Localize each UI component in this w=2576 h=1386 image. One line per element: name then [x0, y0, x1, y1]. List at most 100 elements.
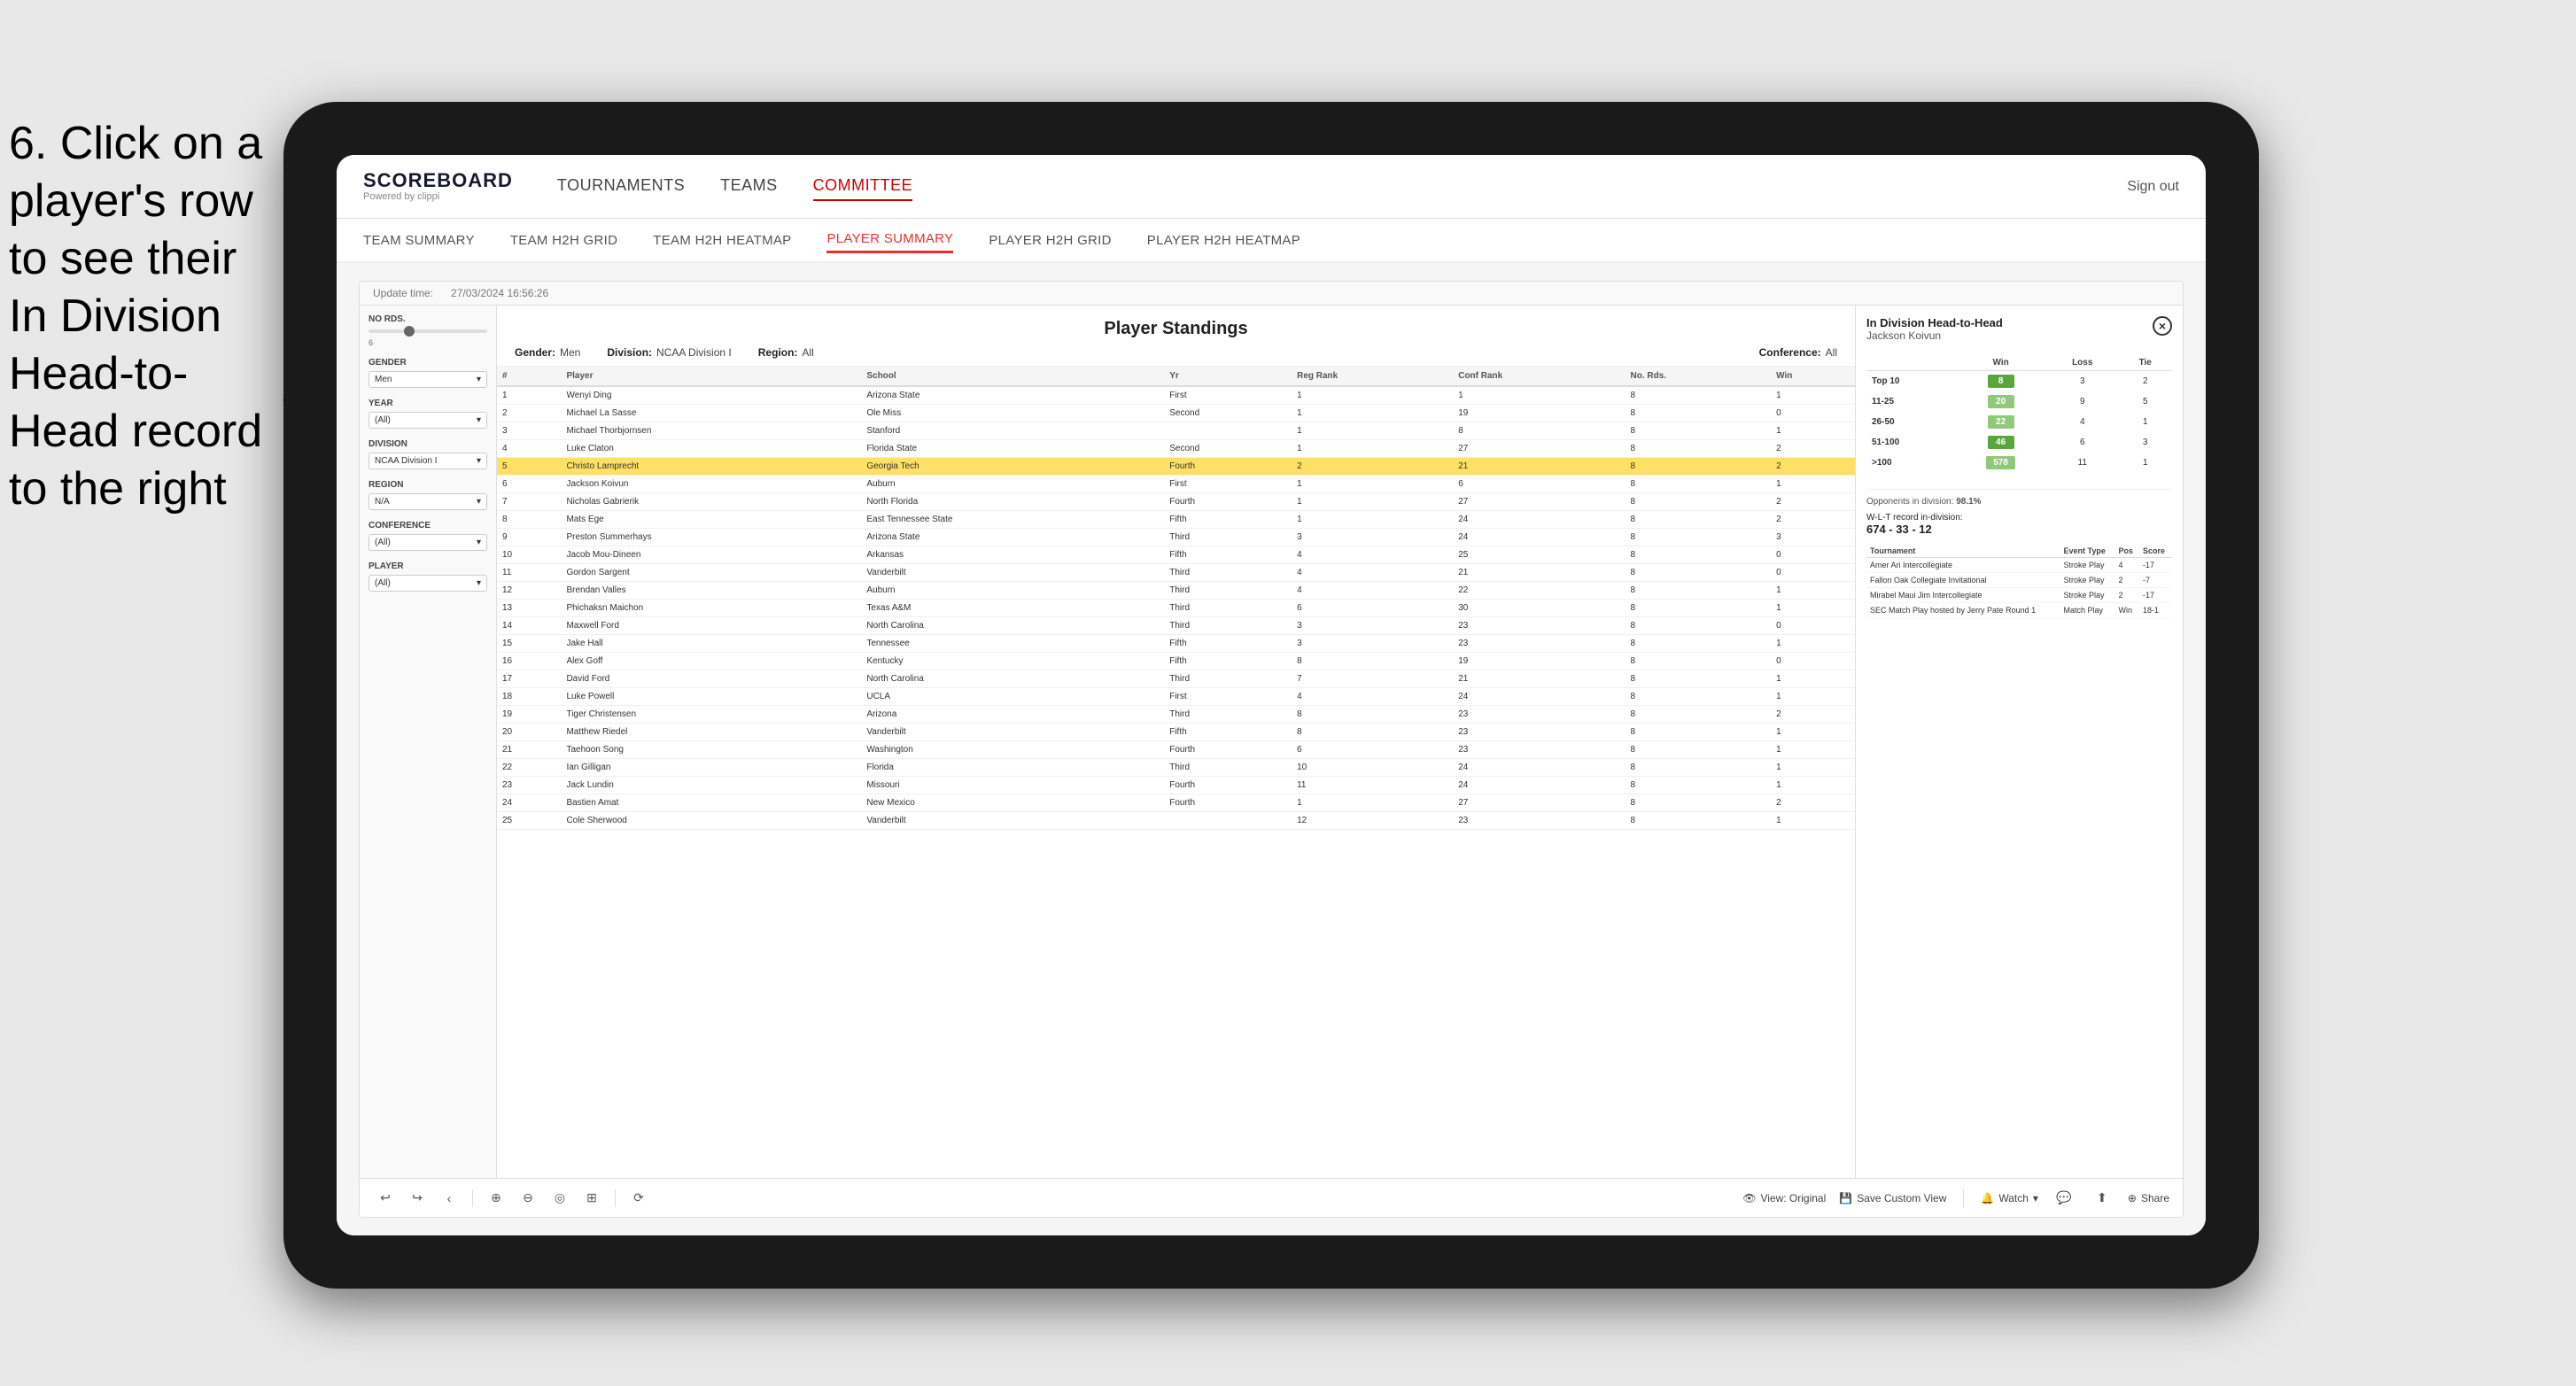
zoom-out-button[interactable]: ⊖ [516, 1186, 540, 1211]
cell-player: Mats Ege [561, 511, 861, 529]
nav-tournaments[interactable]: TOURNAMENTS [557, 172, 685, 201]
sub-nav: TEAM SUMMARY TEAM H2H GRID TEAM H2H HEAT… [337, 219, 2206, 263]
table-row[interactable]: 12 Brendan Valles Auburn Third 4 22 8 1 [497, 582, 1855, 600]
cell-num: 21 [497, 741, 561, 759]
sub-nav-team-summary[interactable]: TEAM SUMMARY [363, 228, 475, 252]
table-row[interactable]: 17 David Ford North Carolina Third 7 21 … [497, 670, 1855, 688]
fit-button[interactable]: ⊞ [579, 1186, 604, 1211]
nav-items: TOURNAMENTS TEAMS COMMITTEE [557, 172, 2083, 201]
view-original-button[interactable]: 👁 View: Original [1742, 1192, 1826, 1204]
back-button[interactable]: ‹ [437, 1186, 462, 1211]
cell-win: 1 [1771, 759, 1855, 777]
tablet-frame: SCOREBOARD Powered by clippi TOURNAMENTS… [283, 102, 2259, 1289]
nav-teams[interactable]: TEAMS [720, 172, 778, 201]
export-button[interactable]: ⬆ [2090, 1186, 2114, 1211]
cell-num: 16 [497, 653, 561, 670]
filter-conference-value[interactable]: (All) ▾ [369, 534, 487, 551]
cell-player: Tiger Christensen [561, 706, 861, 724]
h2h-rank-row: Top 10 8 3 2 [1866, 371, 2172, 392]
table-row[interactable]: 4 Luke Claton Florida State Second 1 27 … [497, 440, 1855, 458]
sub-nav-player-h2h-grid[interactable]: PLAYER H2H GRID [989, 228, 1111, 252]
table-row[interactable]: 19 Tiger Christensen Arizona Third 8 23 … [497, 706, 1855, 724]
h2h-tournaments-table: Tournament Event Type Pos Score Amer Ari… [1866, 545, 2172, 618]
reset-button[interactable]: ◎ [547, 1186, 572, 1211]
h2h-record: W-L-T record in-division: 674 - 33 - 12 [1866, 509, 2172, 536]
cell-loss: 4 [2046, 412, 2118, 432]
filter-year-value[interactable]: (All) ▾ [369, 412, 487, 429]
filter-slider-thumb[interactable] [404, 326, 415, 337]
table-row[interactable]: 6 Jackson Koivun Auburn First 1 6 8 1 [497, 476, 1855, 493]
filter-division-label: Division [369, 439, 487, 449]
table-row[interactable]: 7 Nicholas Gabrierik North Florida Fourt… [497, 493, 1855, 511]
cell-loss: 6 [2046, 432, 2118, 453]
filter-division: Division NCAA Division I ▾ [369, 439, 487, 469]
sub-nav-player-summary[interactable]: PLAYER SUMMARY [826, 227, 953, 253]
sign-out-link[interactable]: Sign out [2127, 179, 2179, 195]
watch-button[interactable]: 🔔 Watch ▾ [1981, 1192, 2038, 1204]
cell-school: North Carolina [861, 617, 1164, 635]
table-row[interactable]: 20 Matthew Riedel Vanderbilt Fifth 8 23 … [497, 724, 1855, 741]
table-row[interactable]: 14 Maxwell Ford North Carolina Third 3 2… [497, 617, 1855, 635]
table-row[interactable]: 3 Michael Thorbjornsen Stanford 1 8 8 1 [497, 422, 1855, 440]
filter-region-value[interactable]: N/A ▾ [369, 493, 487, 510]
table-row[interactable]: 25 Cole Sherwood Vanderbilt 12 23 8 1 [497, 812, 1855, 830]
filter-slider[interactable] [369, 329, 487, 333]
table-row[interactable]: 11 Gordon Sargent Vanderbilt Third 4 21 … [497, 564, 1855, 582]
cell-reg: 4 [1292, 688, 1453, 706]
cell-num: 6 [497, 476, 561, 493]
zoom-in-button[interactable]: ⊕ [484, 1186, 508, 1211]
table-row[interactable]: 15 Jake Hall Tennessee Fifth 3 23 8 1 [497, 635, 1855, 653]
save-custom-button[interactable]: 💾 Save Custom View [1839, 1192, 1946, 1204]
cell-win: 0 [1771, 617, 1855, 635]
table-row[interactable]: 18 Luke Powell UCLA First 4 24 8 1 [497, 688, 1855, 706]
cell-win: 1 [1771, 386, 1855, 405]
table-row[interactable]: 23 Jack Lundin Missouri Fourth 11 24 8 1 [497, 777, 1855, 794]
undo-button[interactable]: ↩ [373, 1186, 398, 1211]
cell-reg: 1 [1292, 386, 1453, 405]
redo-button[interactable]: ↪ [405, 1186, 430, 1211]
comment-button[interactable]: 💬 [2052, 1186, 2076, 1211]
sub-nav-team-h2h-grid[interactable]: TEAM H2H GRID [510, 228, 617, 252]
table-row[interactable]: 9 Preston Summerhays Arizona State Third… [497, 529, 1855, 546]
share-button[interactable]: ⊕ Share [2128, 1192, 2169, 1204]
nav-committee[interactable]: COMMITTEE [813, 172, 913, 201]
filter-region-display: Region: All [758, 346, 814, 359]
tournament-row: SEC Match Play hosted by Jerry Pate Roun… [1866, 603, 2172, 618]
table-row[interactable]: 5 Christo Lamprecht Georgia Tech Fourth … [497, 458, 1855, 476]
cell-pos: Win [2115, 603, 2139, 618]
cell-school: Auburn [861, 476, 1164, 493]
table-row[interactable]: 22 Ian Gilligan Florida Third 10 24 8 1 [497, 759, 1855, 777]
cell-win: 1 [1771, 777, 1855, 794]
toolbar-divider-3 [1963, 1189, 1964, 1207]
cell-win: 1 [1771, 670, 1855, 688]
h2h-close-button[interactable]: × [2153, 316, 2172, 336]
cell-player: Gordon Sargent [561, 564, 861, 582]
filter-division-value[interactable]: NCAA Division I ▾ [369, 453, 487, 469]
cell-reg: 1 [1292, 405, 1453, 422]
table-row[interactable]: 2 Michael La Sasse Ole Miss Second 1 19 … [497, 405, 1855, 422]
table-row[interactable]: 8 Mats Ege East Tennessee State Fifth 1 … [497, 511, 1855, 529]
sub-nav-team-h2h-heatmap[interactable]: TEAM H2H HEATMAP [653, 228, 791, 252]
cell-num: 19 [497, 706, 561, 724]
share-icon: ⊕ [2128, 1192, 2137, 1204]
cell-num: 18 [497, 688, 561, 706]
cell-tie: 1 [2118, 412, 2172, 432]
table-row[interactable]: 13 Phichaksn Maichon Texas A&M Third 6 3… [497, 600, 1855, 617]
powerbi-top-bar: Update time: 27/03/2024 16:56:26 [360, 282, 2183, 306]
refresh-button[interactable]: ⟳ [626, 1186, 651, 1211]
cell-conf: 22 [1453, 582, 1625, 600]
table-row[interactable]: 16 Alex Goff Kentucky Fifth 8 19 8 0 [497, 653, 1855, 670]
sub-nav-player-h2h-heatmap[interactable]: PLAYER H2H HEATMAP [1147, 228, 1300, 252]
cell-yr: Fifth [1164, 546, 1292, 564]
table-row[interactable]: 1 Wenyi Ding Arizona State First 1 1 8 1 [497, 386, 1855, 405]
table-row[interactable]: 10 Jacob Mou-Dineen Arkansas Fifth 4 25 … [497, 546, 1855, 564]
chevron-icon: ▾ [477, 415, 481, 425]
filter-player-value[interactable]: (All) ▾ [369, 575, 487, 592]
filter-gender-value[interactable]: Men ▾ [369, 371, 487, 388]
filter-conference-label: Conference [369, 521, 487, 530]
table-row[interactable]: 21 Taehoon Song Washington Fourth 6 23 8… [497, 741, 1855, 759]
cell-win: 20 [1955, 391, 2046, 412]
standings-table: # Player School Yr Reg Rank Conf Rank No… [497, 367, 1855, 830]
table-row[interactable]: 24 Bastien Amat New Mexico Fourth 1 27 8… [497, 794, 1855, 812]
cell-num: 5 [497, 458, 561, 476]
